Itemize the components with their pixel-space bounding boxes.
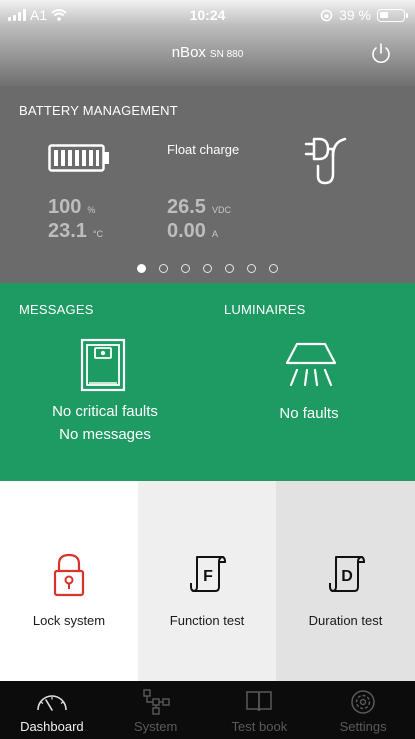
temperature-unit: °C (92, 229, 104, 239)
status-battery-fill (380, 11, 388, 18)
lock-icon (53, 553, 85, 597)
page-dot[interactable] (137, 264, 146, 273)
voltage-unit: VDC (211, 205, 231, 215)
messages-faults-text: No critical faults (52, 403, 158, 420)
book-icon (246, 691, 273, 712)
voltage-reading: 26.5 VDC (167, 196, 231, 219)
page-indicator[interactable] (0, 264, 415, 273)
status-battery-icon (377, 8, 408, 22)
battery-management-panel[interactable]: BATTERY MANAGEMENT Float charge 100% 23.… (0, 86, 415, 283)
voltage-value: 26.5 (167, 196, 206, 218)
charge-level-value: 100 (48, 196, 82, 218)
page-dot[interactable] (159, 264, 168, 273)
cabinet-icon[interactable] (80, 338, 126, 392)
lock-icon-wrap (0, 553, 138, 597)
tab-settings[interactable]: Settings (311, 681, 415, 739)
battery-full-icon (48, 144, 109, 172)
power-icon[interactable] (369, 42, 393, 66)
svg-text:F: F (203, 568, 213, 585)
function-test-label: Function test (169, 613, 245, 628)
page-dot[interactable] (225, 264, 234, 273)
temperature-reading: 23.1 °C (48, 220, 103, 243)
current-value: 0.00 (167, 220, 206, 242)
device-name: nBox (171, 44, 206, 61)
messages-section-title: MESSAGES (19, 302, 94, 317)
duration-test-button[interactable]: D Duration test (276, 481, 415, 681)
tab-dashboard-label: Dashboard (20, 719, 84, 734)
charge-mode-label: Float charge (167, 142, 240, 157)
tab-system-label: System (133, 719, 178, 734)
settings-icon (351, 690, 375, 714)
lock-system-label: Lock system (32, 613, 106, 628)
luminaires-status-text: No faults (279, 405, 339, 422)
messages-status-text: No messages (59, 426, 151, 443)
network-icon-wrap (104, 689, 208, 715)
device-title: nBox SN 880 (0, 44, 415, 61)
device-serial: SN 880 (209, 49, 244, 60)
battery-section-title: BATTERY MANAGEMENT (19, 103, 178, 118)
page-dot[interactable] (181, 264, 190, 273)
lock-system-button[interactable]: Lock system (0, 481, 138, 681)
page-dot[interactable] (203, 264, 212, 273)
duration-test-icon-wrap: D (276, 553, 415, 593)
duration-test-icon: D (328, 556, 365, 592)
current-unit: A (211, 229, 218, 239)
function-test-icon: F (190, 556, 227, 592)
book-icon-wrap (208, 689, 312, 713)
charge-level-unit: % (87, 205, 96, 215)
plug-icon (304, 137, 347, 185)
orientation-lock-icon (320, 9, 333, 21)
page-dot[interactable] (269, 264, 278, 273)
gauge-icon-wrap (0, 689, 104, 713)
tab-system[interactable]: System (104, 681, 208, 739)
status-panel: MESSAGES LUMINAIRES No critical faults N… (0, 283, 415, 481)
svg-text:D: D (341, 568, 353, 585)
luminaire-icon[interactable] (283, 341, 339, 391)
network-icon (142, 689, 170, 715)
charge-level-reading: 100% (48, 196, 95, 219)
tab-test-book[interactable]: Test book (208, 681, 312, 739)
current-reading: 0.00 A (167, 220, 218, 243)
tab-bar: Dashboard System Test book Settings (0, 681, 415, 739)
page-dot[interactable] (247, 264, 256, 273)
battery-percent: 39 % (339, 7, 371, 23)
temperature-value: 23.1 (48, 220, 87, 242)
tab-settings-label: Settings (339, 719, 387, 734)
tab-test-book-label: Test book (231, 719, 288, 734)
settings-icon-wrap (311, 689, 415, 715)
function-test-button[interactable]: F Function test (138, 481, 276, 681)
status-right: 39 % (320, 7, 408, 23)
duration-test-label: Duration test (308, 613, 383, 628)
function-test-icon-wrap: F (138, 553, 276, 593)
tab-dashboard[interactable]: Dashboard (0, 681, 104, 739)
luminaires-section-title: LUMINAIRES (224, 302, 306, 317)
status-bar: A1 10:24 39 % (0, 0, 415, 30)
gauge-icon (37, 695, 67, 711)
top-bar: A1 10:24 39 % nBox SN 880 (0, 0, 415, 86)
